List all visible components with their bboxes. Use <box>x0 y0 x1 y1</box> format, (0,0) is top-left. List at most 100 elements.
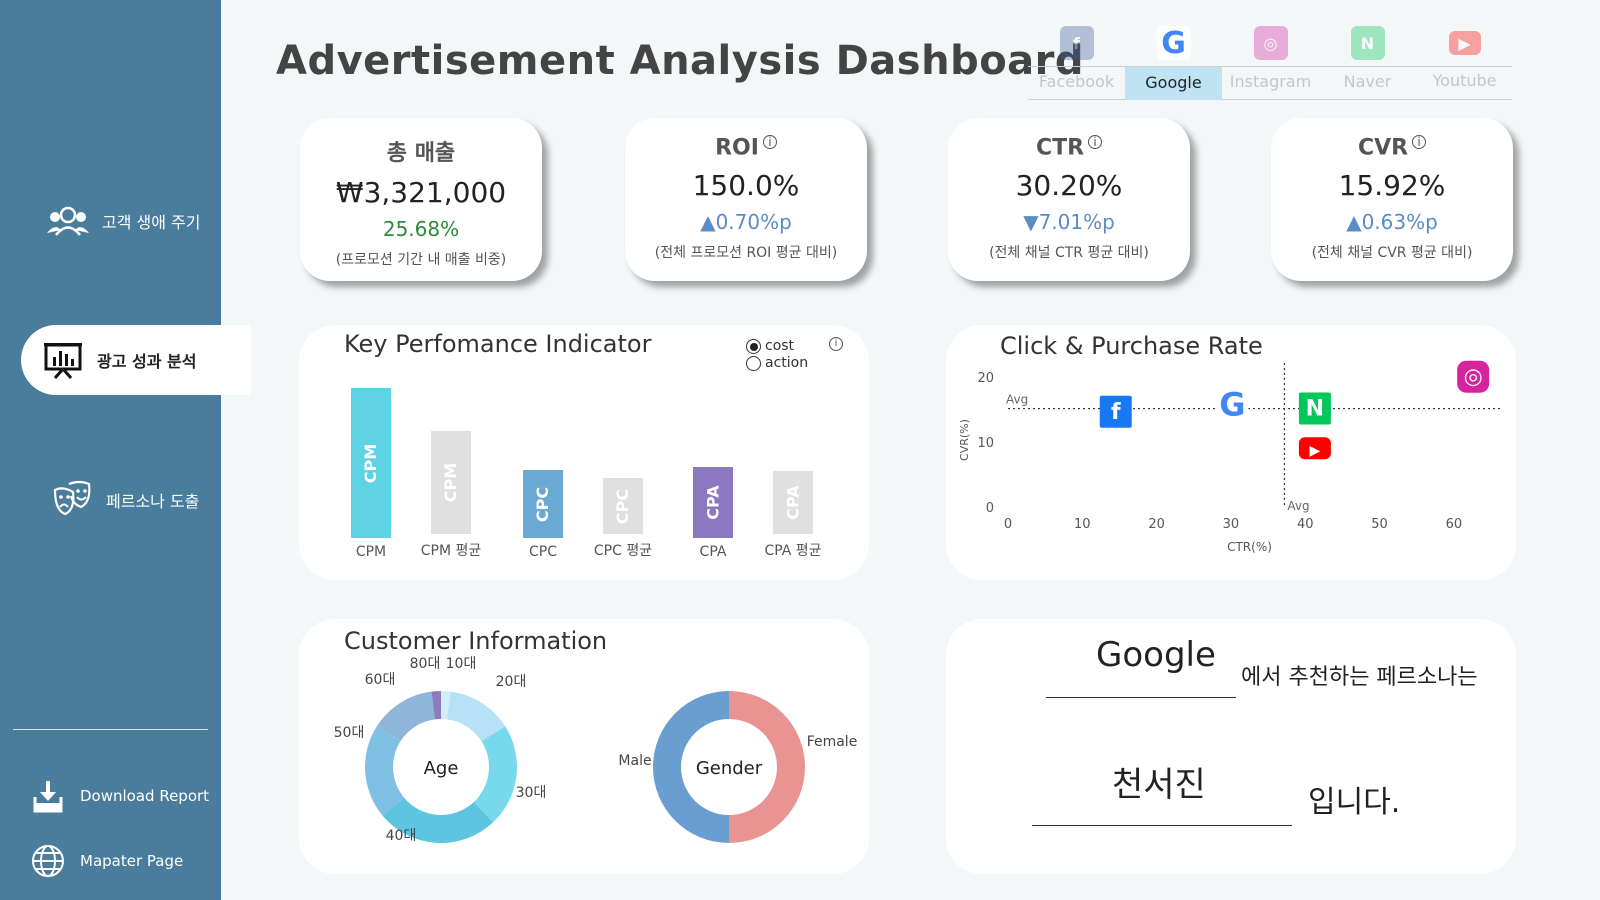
donut-center-label: Age <box>424 758 459 779</box>
bar-inner-label: CPC <box>613 488 633 524</box>
mapater-page-label: Mapater Page <box>80 852 184 870</box>
tab-youtube[interactable]: ▶ Youtube <box>1416 22 1513 100</box>
tab-label: Facebook <box>1038 72 1115 91</box>
avg-label-horizontal: Avg <box>1006 393 1028 407</box>
radio-dot <box>746 356 761 371</box>
metric-radio-group: cost action <box>746 338 808 372</box>
persona-suffix-1: 에서 추천하는 페르소나는 <box>1241 665 1478 690</box>
bar[interactable]: CPC <box>603 478 643 534</box>
download-report-button[interactable]: Download Report <box>28 778 209 814</box>
persona-panel: Google 에서 추천하는 페르소나는 천서진 입니다. <box>946 619 1516 874</box>
kpi-title-text: ROI <box>715 135 759 161</box>
kpi-title: 총 매출 <box>386 141 456 166</box>
bar-category-label: CPC <box>529 544 557 560</box>
kpi-value: ₩3,321,000 <box>335 176 507 209</box>
info-icon[interactable]: i <box>829 337 843 351</box>
kpi-note: (전체 채널 CVR 평균 대비) <box>1311 245 1473 262</box>
bar[interactable]: CPM <box>351 388 391 538</box>
bar[interactable]: CPM <box>431 431 471 534</box>
kpi-note: (프로모션 기간 내 매출 비중) <box>335 252 507 268</box>
bar-inner-label: CPA <box>703 485 723 520</box>
kpi-title: ROI i <box>625 135 867 160</box>
download-report-label: Download Report <box>80 787 210 805</box>
tab-google[interactable]: G Google <box>1125 22 1222 100</box>
kpi-card-roi: ROI i 150.0% ▲0.70%p (전체 프로모션 ROI 평균 대비) <box>625 118 867 281</box>
bar-category-label: CPA 평균 <box>764 543 822 559</box>
mapater-page-link[interactable]: Mapater Page <box>28 843 183 879</box>
x-tick-label: 10 <box>1074 517 1091 532</box>
slice-label: 10대 <box>446 656 477 672</box>
donut-slice <box>473 726 517 823</box>
x-tick-label: 50 <box>1371 517 1388 532</box>
customer-panel: Customer Information 10대 20대 30대 40대 50대 60대 8… <box>299 619 869 874</box>
sidebar-item-label: 고객 생애 주기 <box>102 213 201 232</box>
kpi-card-ctr: CTR i 30.20% ▼7.01%p (전체 채널 CTR 평균 대비) <box>948 118 1190 281</box>
bar-category-label: CPA <box>699 544 727 560</box>
x-tick-label: 20 <box>1148 517 1165 532</box>
tab-label: Youtube <box>1432 71 1497 90</box>
bar-category-label: CPC 평균 <box>593 543 653 559</box>
avg-label-vertical: Avg <box>1287 499 1309 513</box>
y-tick-label: 10 <box>977 436 994 451</box>
x-axis-label: CTR(%) <box>1227 540 1272 554</box>
facebook-icon: f <box>1059 26 1094 60</box>
kpi-note: (전체 프로모션 ROI 평균 대비) <box>654 245 838 262</box>
info-icon[interactable]: i <box>1412 135 1427 149</box>
page-title: Advertisement Analysis Dashboard <box>276 38 1085 84</box>
y-tick-label: 20 <box>977 371 994 386</box>
kpi-value: 15.92% <box>1338 169 1446 203</box>
slice-label: Female <box>807 734 858 750</box>
persona-suffix-2: 입니다. <box>1308 785 1401 820</box>
youtube-icon: ▶ <box>1448 31 1481 55</box>
bar[interactable]: CPA <box>773 471 813 534</box>
kpi-bar-panel: Key Perfomance Indicator cost action i C… <box>299 325 869 580</box>
youtube-icon-glyph: ▶ <box>1310 443 1321 459</box>
sidebar: 고객 생애 주기 광고 성과 분석 페르소나 도출 Download Repor… <box>0 0 251 900</box>
tab-instagram[interactable]: ◎ Instagram <box>1222 22 1319 100</box>
naver-icon-glyph: N <box>1306 397 1324 422</box>
kpi-title: CVR i <box>1271 135 1513 160</box>
panel-title: Key Perfomance Indicator <box>344 330 652 358</box>
slice-label: 50대 <box>334 725 365 741</box>
slice-label: 80대 <box>410 656 441 672</box>
bar[interactable]: CPA <box>693 467 733 538</box>
instagram-icon-glyph: ◎ <box>1464 365 1483 390</box>
radio-cost[interactable]: cost <box>746 338 808 355</box>
info-icon[interactable]: i <box>762 135 777 149</box>
persona-channel-underline <box>1046 697 1236 698</box>
tab-label: Naver <box>1343 72 1392 91</box>
x-tick-label: 40 <box>1297 517 1314 532</box>
kpi-delta: 25.68% <box>382 217 460 241</box>
globe-icon <box>28 843 68 879</box>
facebook-icon-glyph: f <box>1111 400 1121 425</box>
tab-naver[interactable]: N Naver <box>1319 22 1416 100</box>
info-icon[interactable]: i <box>1088 135 1103 149</box>
bar-inner-label: CPA <box>783 485 803 520</box>
tab-facebook[interactable]: f Facebook <box>1028 22 1125 100</box>
theater-masks-icon <box>50 480 94 520</box>
radio-label: cost <box>765 338 795 354</box>
kpi-value: 150.0% <box>692 169 800 203</box>
slice-label: 60대 <box>365 672 396 688</box>
slice-label: 40대 <box>386 828 417 844</box>
radio-label: action <box>765 355 809 371</box>
slice-label: 20대 <box>496 674 527 690</box>
bar-inner-label: CPM <box>441 462 461 503</box>
bar-inner-label: CPC <box>533 486 553 522</box>
y-axis-label: CVR(%) <box>958 419 971 461</box>
radio-action[interactable]: action <box>746 355 808 372</box>
sidebar-item-ad-performance[interactable]: 광고 성과 분석 <box>21 325 251 395</box>
download-icon <box>28 778 68 814</box>
sidebar-item-persona[interactable]: 페르소나 도출 <box>0 465 221 535</box>
bar-group: CPM CPM 평균 <box>406 431 496 560</box>
presentation-chart-icon <box>41 340 85 380</box>
bar-category-label: CPM 평균 <box>420 543 482 559</box>
donut-center-label: Gender <box>696 758 763 779</box>
bar-group: CPC CPC <box>498 470 588 560</box>
google-icon: G <box>1156 26 1191 61</box>
kpi-delta: ▲0.63%p <box>1346 210 1438 235</box>
sidebar-item-customer-lifecycle[interactable]: 고객 생애 주기 <box>0 186 221 256</box>
bar[interactable]: CPC <box>523 470 563 538</box>
kpi-note: (전체 채널 CTR 평균 대비) <box>989 245 1149 262</box>
bar-inner-label: CPM <box>361 443 381 483</box>
